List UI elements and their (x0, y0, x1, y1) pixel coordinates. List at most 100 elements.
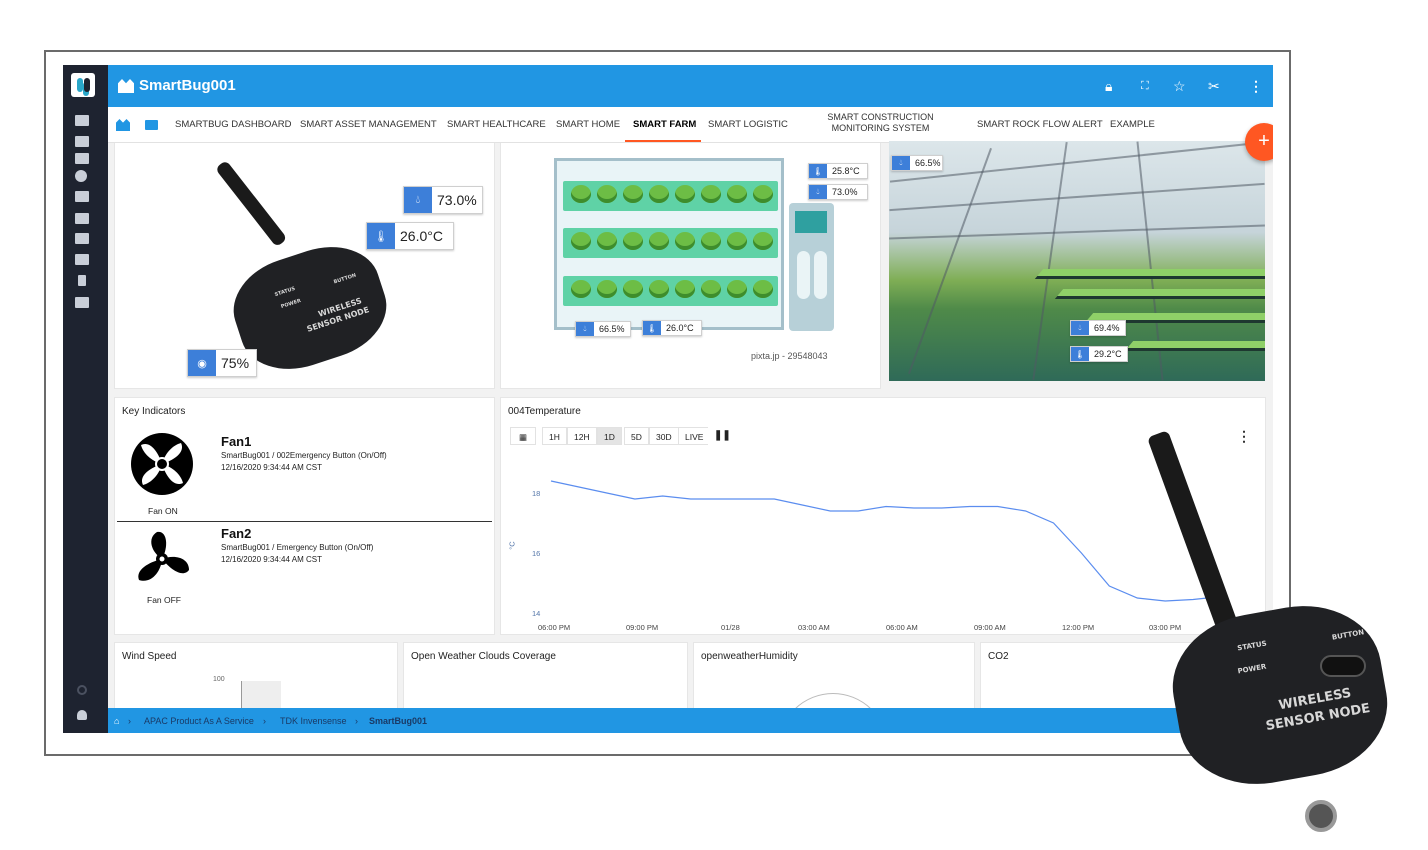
wind-tick: 100 (213, 676, 225, 683)
account-icon[interactable] (77, 710, 87, 720)
antenna (214, 159, 288, 248)
map-icon[interactable] (75, 153, 89, 164)
nutrient-tank (789, 203, 834, 331)
vertical-farm-shelf-image (554, 158, 784, 330)
roof-beam (889, 182, 1265, 212)
fan-off-icon (138, 531, 189, 581)
tab-smart-construction-line1: SMART CONSTRUCTION (827, 112, 934, 122)
lettuce (571, 232, 591, 250)
tab-smart-construction-line2: MONITORING SYSTEM (831, 123, 930, 133)
fan1-state: Fan ON (148, 506, 178, 516)
grid-icon[interactable] (75, 191, 89, 202)
clouds-title: Open Weather Clouds Coverage (411, 651, 556, 662)
growing-bed (1054, 289, 1265, 299)
tab-example[interactable]: EXAMPLE (1110, 119, 1155, 130)
lettuce (701, 232, 721, 250)
tab-smart-construction[interactable]: SMART CONSTRUCTION MONITORING SYSTEM (808, 112, 953, 134)
tab-smart-healthcare[interactable]: SMART HEALTHCARE (447, 119, 546, 130)
breadcrumb-separator: › (128, 716, 131, 726)
lettuce (753, 280, 773, 298)
farm-temp-top-badge[interactable]: 🌡︎ 25.8°C (808, 163, 868, 179)
tab-smart-asset-management[interactable]: SMART ASSET MANAGEMENT (300, 119, 437, 130)
breadcrumb-item-tdk[interactable]: TDK Invensense (280, 716, 347, 726)
lettuce (701, 280, 721, 298)
lettuce (753, 232, 773, 250)
tank-tube (797, 251, 810, 299)
tab-smart-logistic[interactable]: SMART LOGISTIC (708, 119, 788, 130)
tank-tube (814, 251, 827, 299)
roof-beam (889, 141, 1265, 183)
lettuce (571, 185, 591, 203)
lettuce (727, 185, 747, 203)
overlay-connector (1305, 800, 1337, 832)
tools-icon[interactable]: ✂ (1208, 78, 1220, 95)
x-tick-1: 09:00 PM (626, 623, 659, 632)
top-app-bar: SmartBug001 🔒︎ ⛶ ☆ ✂ ⋮ (108, 65, 1273, 107)
farm-hum-top-badge[interactable]: 💧︎ 73.0% (808, 184, 868, 200)
library-icon[interactable] (75, 136, 89, 147)
farm-temp-bottom-badge[interactable]: 🌡︎ 26.0°C (642, 320, 702, 336)
dashboard-icon[interactable] (75, 115, 89, 126)
roof-pillar (908, 147, 992, 375)
lettuce (623, 280, 643, 298)
x-tick-5: 09:00 AM (974, 623, 1006, 632)
greenhouse-temp-bottom: 29.2°C (1094, 349, 1122, 359)
tab-smart-home[interactable]: SMART HOME (556, 119, 620, 130)
farm-hum-top: 73.0% (832, 187, 858, 197)
users-icon[interactable] (75, 233, 89, 244)
farm-hum-bottom: 66.5% (599, 324, 625, 334)
fullscreen-icon[interactable]: ⛶ (1141, 80, 1149, 93)
active-tab-indicator (625, 140, 701, 142)
lock-icon[interactable]: 🔒︎ (1105, 78, 1112, 95)
lettuce (571, 280, 591, 298)
overlay-button (1320, 655, 1366, 677)
plug-icon[interactable] (78, 275, 86, 286)
farm-temp-bottom: 26.0°C (666, 323, 694, 333)
fan1-name: Fan1 (221, 434, 252, 449)
thermometer-icon: 🌡︎ (643, 321, 661, 335)
tab-smart-farm[interactable]: SMART FARM (633, 119, 696, 130)
star-icon[interactable]: ☆ (1173, 78, 1186, 95)
vertical-farm-panel: 🌡︎ 25.8°C 💧︎ 73.0% 💧︎ 66.5% 🌡︎ 26.0°C pi… (500, 143, 881, 389)
monitor-icon[interactable] (75, 297, 89, 308)
greenhouse-hum-bottom: 69.4% (1094, 323, 1120, 333)
assets-icon[interactable] (75, 254, 89, 265)
humidity-drop-icon: 💧︎ (1071, 321, 1089, 335)
co2-title: CO2 (988, 651, 1009, 662)
battery-value: 75% (221, 355, 250, 371)
device-group-icon (118, 79, 134, 93)
greenhouse-temp-bottom-badge[interactable]: 🌡︎ 29.2°C (1070, 346, 1128, 362)
more-vert-icon[interactable]: ⋮ (1249, 78, 1263, 95)
thermometer-icon: 🌡︎ (809, 164, 827, 178)
search-icon[interactable] (75, 170, 87, 182)
devices-icon[interactable] (75, 213, 89, 224)
battery-badge[interactable]: ◉ 75% (187, 349, 257, 377)
indicator-divider (117, 521, 492, 522)
battery-ring-icon: ◉ (188, 350, 216, 376)
greenhouse-hum-bottom-badge[interactable]: 💧︎ 69.4% (1070, 320, 1126, 336)
farm-hum-bottom-badge[interactable]: 💧︎ 66.5% (575, 321, 631, 337)
fan2-name: Fan2 (221, 526, 252, 541)
lettuce (623, 185, 643, 203)
home-icon[interactable]: ⌂ (114, 716, 119, 726)
fan2-timestamp: 12/16/2020 9:34:44 AM CST (221, 555, 322, 564)
humidity-badge[interactable]: 💧︎ 73.0% (403, 186, 483, 214)
lettuce (623, 232, 643, 250)
greenhouse-photo: 💧︎ 66.5% 💧︎ 69.4% 🌡︎ 29.2°C (889, 141, 1265, 381)
greenhouse-hum-top-badge[interactable]: 💧︎ 66.5% (891, 155, 943, 171)
lettuce (675, 280, 695, 298)
tab-smart-rock-flow-alert[interactable]: SMART ROCK FLOW ALERT (977, 119, 1103, 130)
tab-smartbug-dashboard[interactable]: SMARTBUG DASHBOARD (175, 119, 291, 130)
settings-dot-icon[interactable] (77, 685, 87, 695)
humidity-title: openweatherHumidity (701, 651, 798, 662)
lettuce (701, 185, 721, 203)
folder-icon[interactable] (145, 120, 158, 130)
lettuce (675, 185, 695, 203)
breadcrumb-item-apac[interactable]: APAC Product As A Service (144, 716, 254, 726)
lettuce (649, 232, 669, 250)
shelf-row-1 (563, 181, 778, 211)
temperature-badge[interactable]: 🌡︎ 26.0°C (366, 222, 454, 250)
app-logo[interactable] (71, 73, 95, 97)
home-tab-icon[interactable] (116, 119, 130, 131)
fan1-timestamp: 12/16/2020 9:34:44 AM CST (221, 463, 322, 472)
